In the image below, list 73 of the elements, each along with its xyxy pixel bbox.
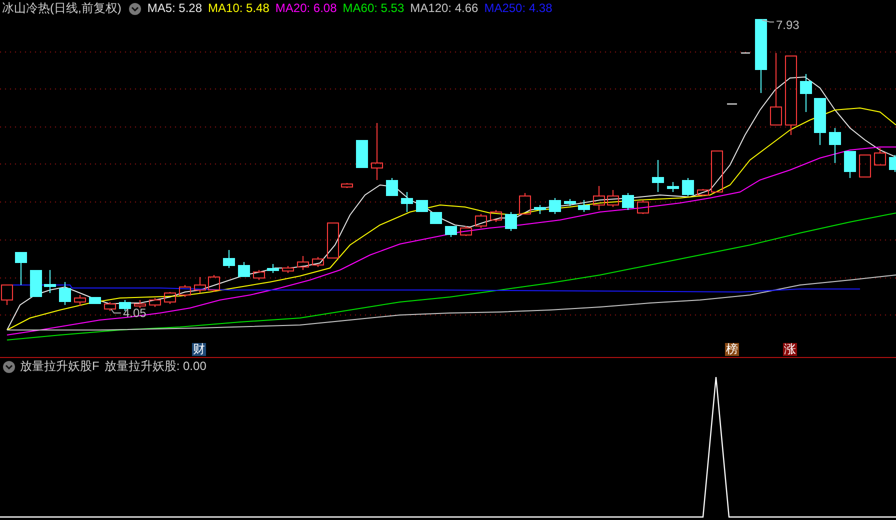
candlestick xyxy=(253,270,265,280)
dropdown-icon[interactable] xyxy=(129,2,142,14)
candlestick xyxy=(578,200,590,212)
candlestick xyxy=(59,282,71,306)
candlestick xyxy=(445,226,457,238)
candlestick xyxy=(682,178,694,196)
candlestick xyxy=(401,192,413,212)
candlestick xyxy=(549,198,561,214)
candlestick xyxy=(134,300,146,308)
event-marker[interactable]: 涨 xyxy=(783,343,797,356)
candlestick xyxy=(490,210,502,222)
high-price-label: 7.93 xyxy=(776,18,800,32)
candlestick xyxy=(593,186,605,210)
candlestick xyxy=(667,182,679,192)
candlestick xyxy=(622,192,634,210)
candlestick xyxy=(564,198,576,206)
candlestick xyxy=(711,150,723,192)
moving-average-value: MA5: 5.28 xyxy=(147,1,202,16)
candlestick xyxy=(859,154,871,178)
candlestick xyxy=(74,294,86,306)
dropdown-icon[interactable] xyxy=(3,360,15,372)
candlestick xyxy=(637,200,649,214)
moving-average-value: MA60: 5.53 xyxy=(342,1,404,16)
candlestick xyxy=(30,270,42,298)
candlestick xyxy=(652,160,664,192)
price-dash xyxy=(740,52,750,54)
candlestick xyxy=(179,284,191,298)
candlestick xyxy=(208,274,220,292)
event-marker[interactable]: 财 xyxy=(192,343,206,356)
candlestick xyxy=(1,284,13,306)
candlestick xyxy=(800,74,812,112)
moving-average-value: MA120: 4.66 xyxy=(410,1,478,16)
candlestick xyxy=(149,298,161,308)
candlestick xyxy=(697,188,709,196)
candlestick xyxy=(238,262,250,278)
leader-line xyxy=(110,308,122,314)
candlestick xyxy=(44,270,56,294)
candlestick xyxy=(874,148,886,166)
candlestick xyxy=(430,212,442,224)
candlestick xyxy=(814,98,826,146)
candlestick xyxy=(104,302,116,312)
candlestick xyxy=(534,204,546,214)
candlestick xyxy=(223,250,235,268)
moving-average-value: MA250: 4.38 xyxy=(484,1,552,16)
candlestick xyxy=(844,150,856,178)
candlestick xyxy=(371,122,383,180)
candlestick xyxy=(312,256,324,268)
candlestick xyxy=(282,266,294,274)
indicator-reading: 放量拉升妖股: 0.00 xyxy=(104,359,206,374)
candlestick xyxy=(607,190,619,208)
leader-line xyxy=(762,20,774,22)
moving-average-value: MA20: 6.08 xyxy=(275,1,337,16)
candlestick xyxy=(460,226,472,236)
candlestick xyxy=(519,192,531,214)
moving-average-value: MA10: 5.48 xyxy=(208,1,270,16)
candlestick xyxy=(327,222,339,258)
candlestick xyxy=(15,252,27,286)
candlestick xyxy=(356,140,368,168)
candlestick xyxy=(386,178,398,196)
candlestick xyxy=(297,256,309,270)
event-marker[interactable]: 榜 xyxy=(725,343,739,356)
candlestick xyxy=(267,264,279,274)
indicator-title: 放量拉升妖股F xyxy=(20,359,100,374)
candlestick xyxy=(475,214,487,228)
chart-title: 冰山冷热(日线,前复权) xyxy=(2,1,122,16)
candlestick xyxy=(829,128,841,164)
candlestick xyxy=(416,200,428,212)
candlestick xyxy=(89,296,101,304)
candlestick xyxy=(341,182,353,188)
candlestick xyxy=(194,276,206,294)
candlestick xyxy=(164,292,176,304)
candlestick xyxy=(505,212,517,232)
candlestick xyxy=(889,154,896,172)
